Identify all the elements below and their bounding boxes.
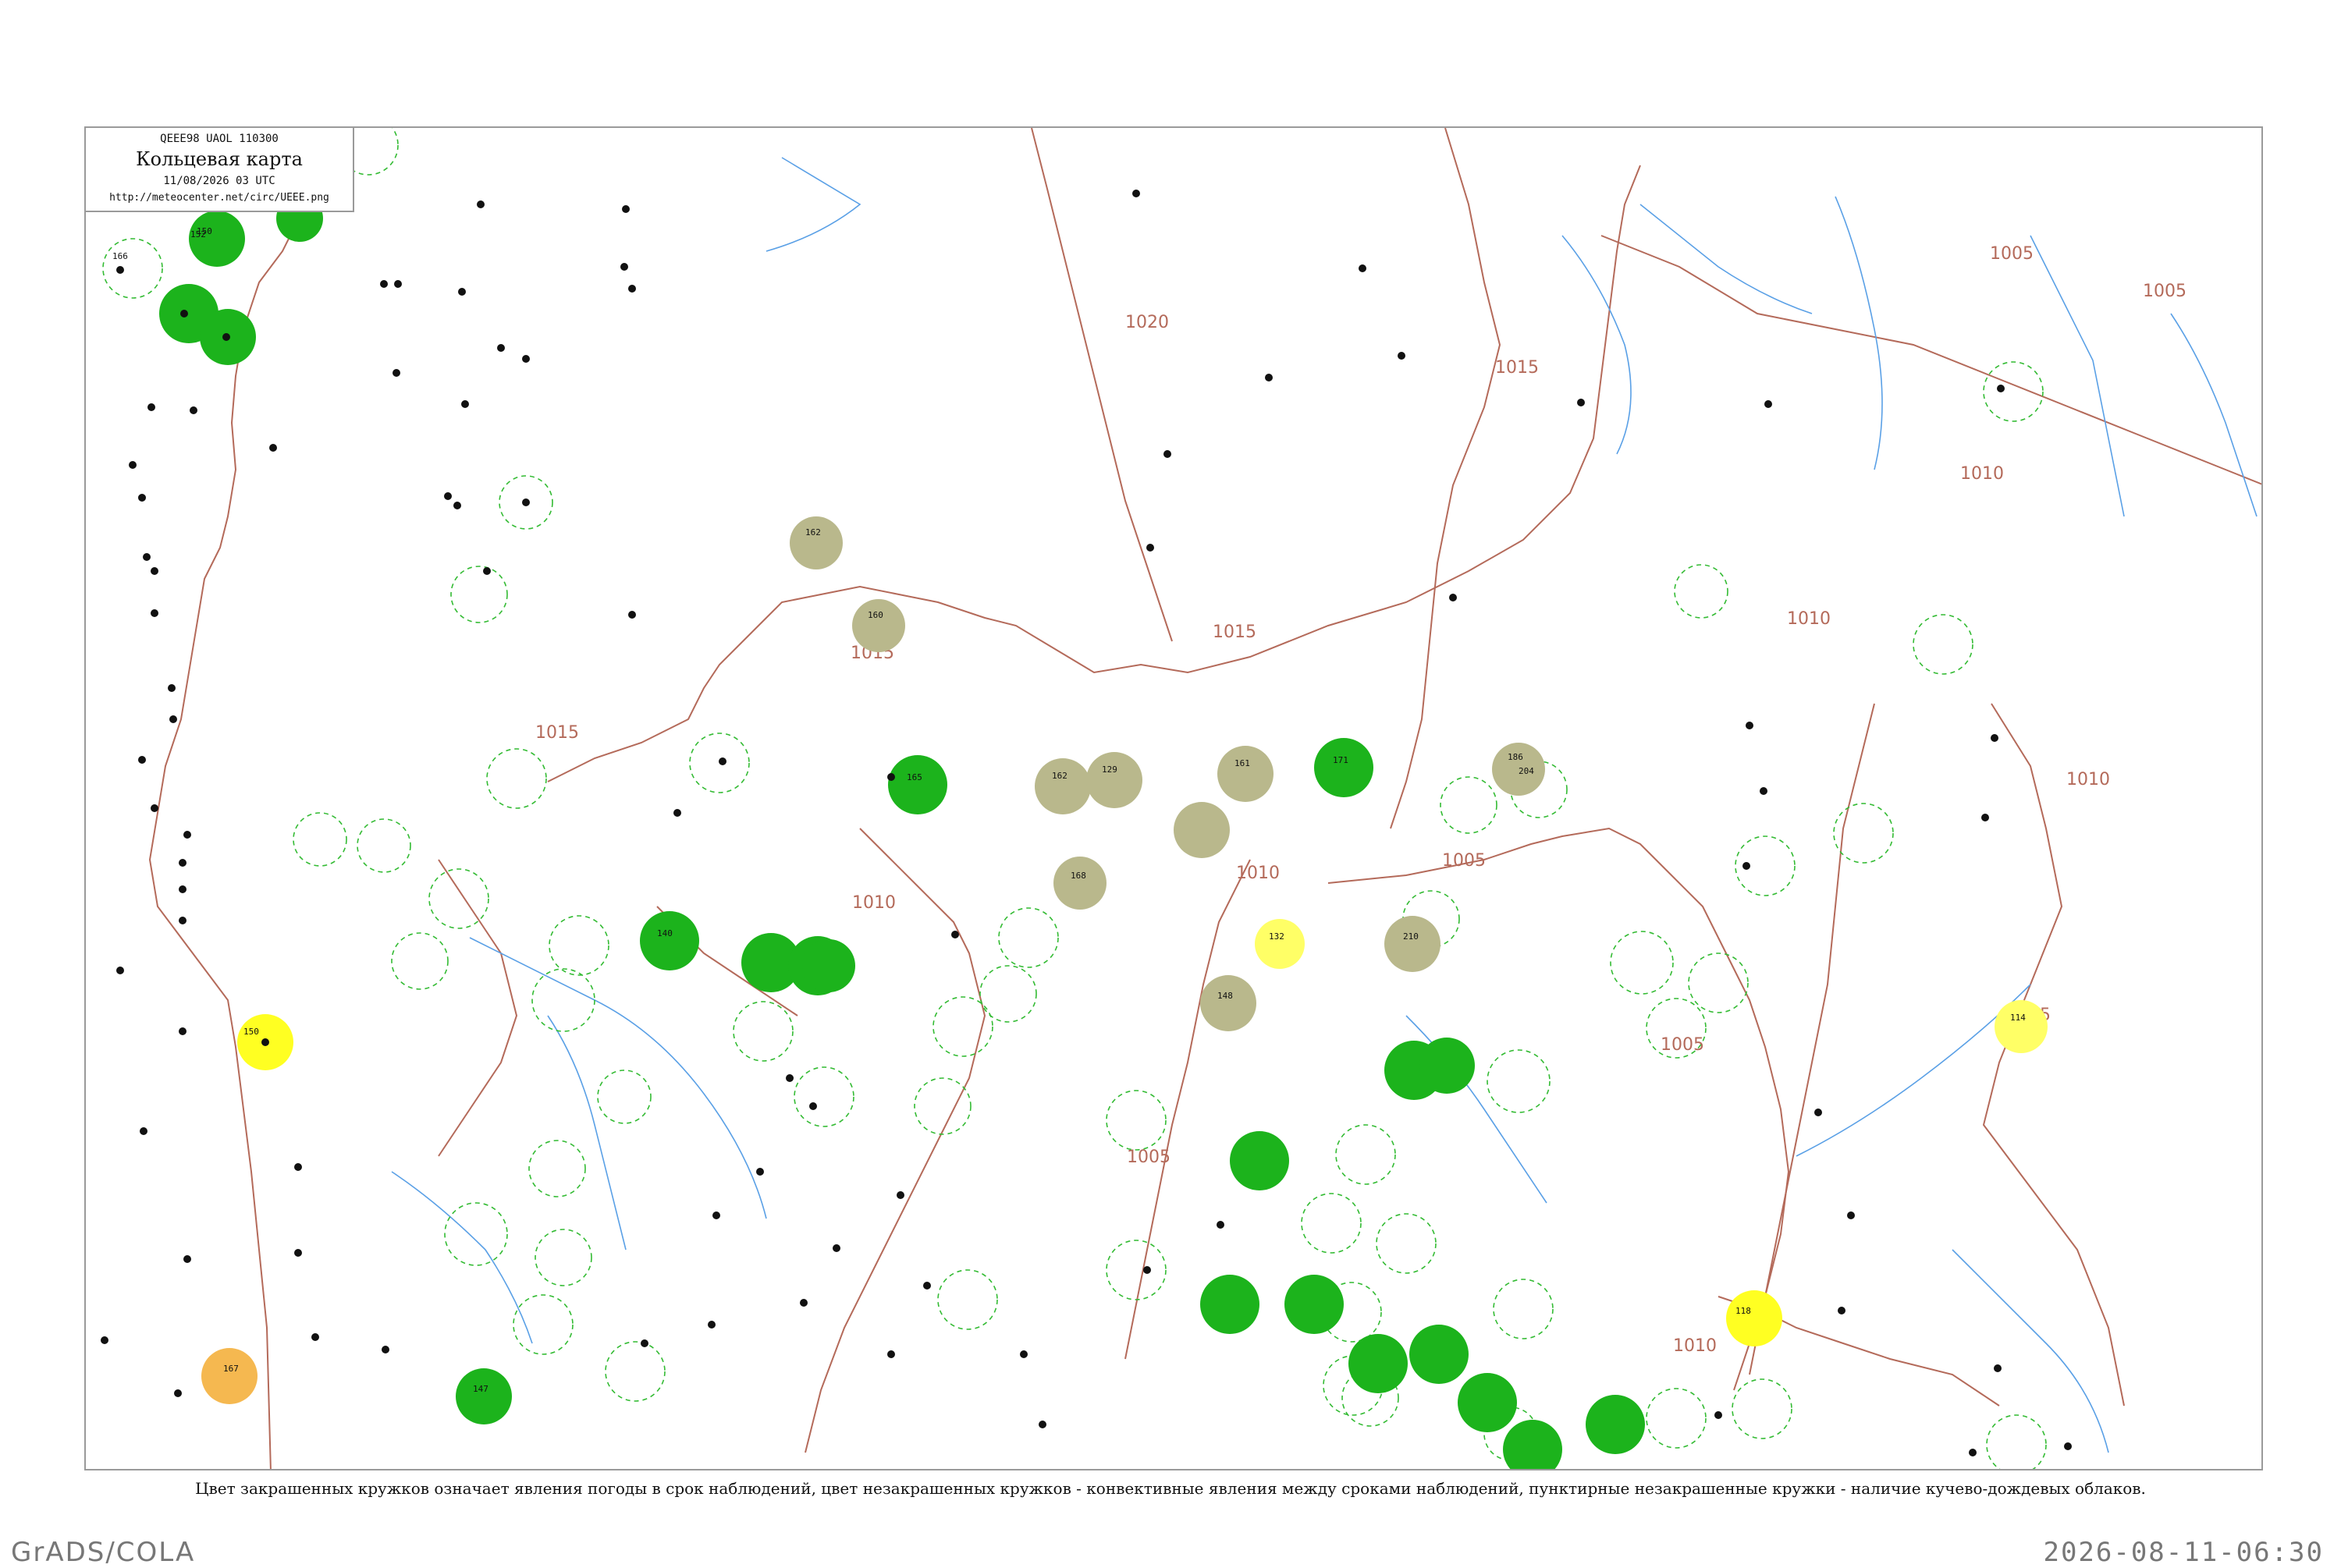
rivers <box>391 157 2258 1453</box>
isobar-label: 1010 <box>2066 770 2110 789</box>
weather-circles <box>86 161 2048 1469</box>
station-label: 150 <box>243 1027 259 1037</box>
footer-software-label: GrADS/COLA <box>11 1537 196 1568</box>
isobar-label: 1015 <box>1495 358 1539 378</box>
station-label: 132 <box>1269 931 1284 942</box>
map-title: Кольцевая карта <box>136 148 303 170</box>
station-label: 114 <box>2010 1013 2026 1023</box>
station-label: 171 <box>1333 755 1348 765</box>
map-source-url: http://meteocenter.net/circ/UEEE.png <box>109 192 329 204</box>
isobar-label: 1010 <box>1960 464 2004 484</box>
map-canvas: 1020 1015 1015 1015 1015 1010 1010 1010 … <box>86 128 2261 1469</box>
station-label: 210 <box>1403 931 1419 942</box>
bulletin-code: QEEE98 UAOL 110300 <box>160 133 279 145</box>
isobar-label: 1005 <box>1127 1148 1170 1167</box>
isobar-labels: 1020 1015 1015 1015 1015 1010 1010 1010 … <box>535 244 2186 1356</box>
station-label: 204 <box>1519 766 1534 776</box>
legend-caption: Цвет закрашенных кружков означает явлени… <box>195 1479 2146 1498</box>
station-label: 118 <box>1735 1306 1751 1316</box>
map-datetime: 11/08/2026 03 UTC <box>163 175 275 187</box>
border-lines <box>148 128 2261 1469</box>
station-label: 152 <box>190 229 206 239</box>
isobar-label: 1010 <box>1236 864 1280 883</box>
station-label: 161 <box>1234 758 1250 768</box>
isobar-label: 1010 <box>1787 609 1831 629</box>
isobar-label: 1005 <box>1442 851 1486 871</box>
station-markers <box>101 190 2072 1456</box>
isobar-label: 1015 <box>535 723 579 743</box>
map-title-box: QEEE98 UAOL 110300 Кольцевая карта 11/08… <box>84 126 354 212</box>
station-label: 129 <box>1102 764 1117 775</box>
isobar-label: 1010 <box>852 893 896 913</box>
station-label: 168 <box>1071 871 1086 881</box>
station-label: 160 <box>868 610 883 620</box>
station-label: 167 <box>223 1364 239 1374</box>
isobar-label: 1010 <box>1673 1336 1717 1356</box>
map-frame: 1020 1015 1015 1015 1015 1010 1010 1010 … <box>84 126 2263 1470</box>
station-label: 148 <box>1217 991 1233 1001</box>
isobar-label: 1005 <box>1661 1035 1704 1055</box>
isobar-label: 1020 <box>1125 313 1169 332</box>
footer-timestamp: 2026-08-11-06:30 <box>2043 1537 2324 1568</box>
isobar-label: 1015 <box>1213 623 1256 642</box>
station-label: 165 <box>907 772 922 782</box>
station-label: 147 <box>473 1384 488 1394</box>
station-label: 162 <box>805 527 821 537</box>
station-label: 162 <box>1052 771 1067 781</box>
station-label: 186 <box>1508 752 1523 762</box>
isobar-label: 1005 <box>2143 282 2186 301</box>
station-label: 166 <box>112 251 128 261</box>
station-label: 140 <box>657 928 673 938</box>
isobar-label: 1005 <box>1990 244 2034 264</box>
